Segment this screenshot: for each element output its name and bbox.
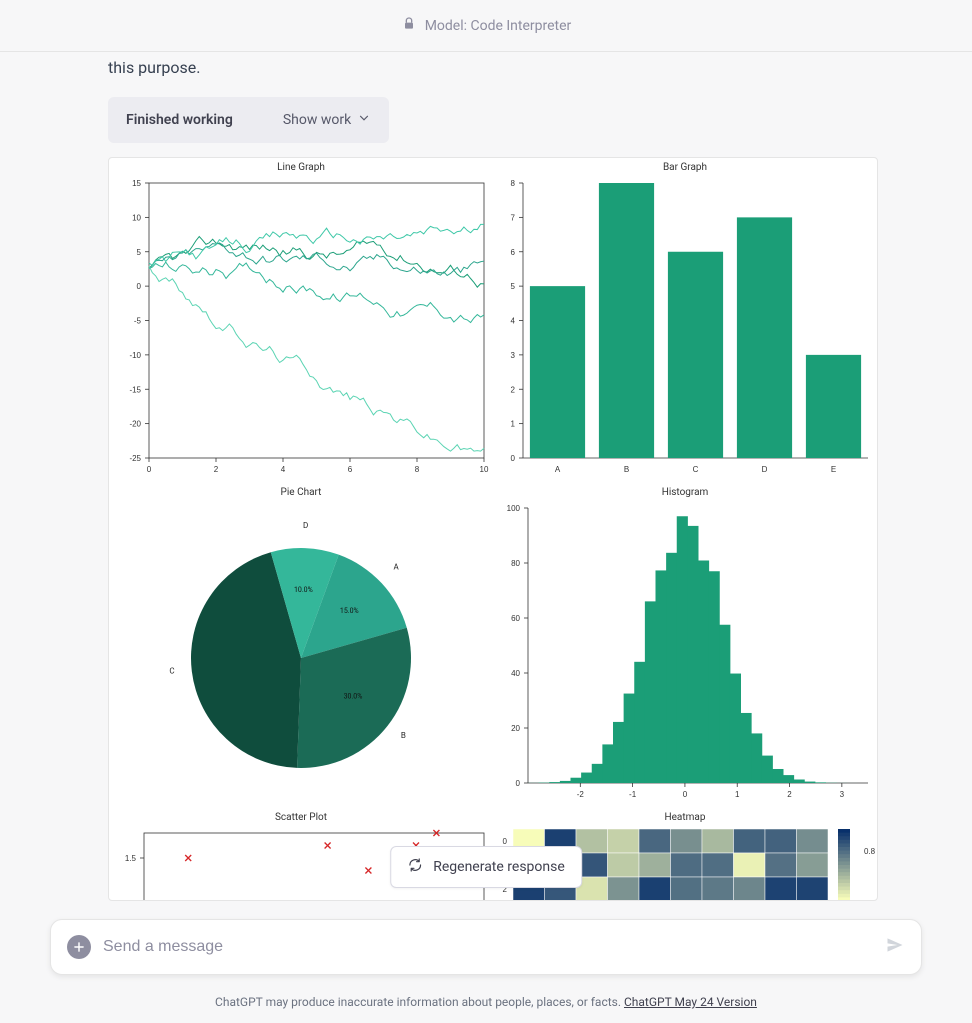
svg-text:7: 7 (511, 213, 516, 222)
svg-text:3: 3 (511, 351, 516, 360)
svg-text:-1: -1 (629, 790, 637, 799)
disclaimer-text: ChatGPT may produce inaccurate informati… (0, 995, 972, 1009)
svg-text:1: 1 (511, 420, 516, 429)
svg-text:10: 10 (480, 465, 489, 474)
bar-chart-title: Bar Graph (493, 158, 877, 173)
svg-text:B: B (624, 465, 629, 474)
svg-text:4: 4 (281, 465, 286, 474)
svg-text:-5: -5 (134, 317, 142, 326)
version-link[interactable]: ChatGPT May 24 Version (624, 995, 757, 1009)
svg-text:15.0%: 15.0% (340, 607, 359, 615)
chevron-down-icon (357, 111, 371, 129)
heatmap-title: Heatmap (493, 808, 877, 823)
svg-text:3: 3 (840, 790, 845, 799)
svg-text:10.0%: 10.0% (294, 586, 313, 594)
show-work-toggle[interactable]: Show work (283, 111, 371, 129)
svg-text:A: A (555, 465, 561, 474)
regenerate-button[interactable]: Regenerate response (390, 846, 582, 888)
svg-text:B: B (401, 731, 406, 740)
line-chart-title: Line Graph (109, 158, 493, 173)
svg-text:0: 0 (516, 779, 521, 788)
refresh-icon (407, 857, 423, 877)
svg-text:4: 4 (511, 317, 516, 326)
svg-text:-10: -10 (129, 351, 141, 360)
svg-text:C: C (693, 465, 699, 474)
send-button[interactable] (885, 935, 905, 959)
svg-text:D: D (762, 465, 768, 474)
line-chart: Line Graph 0 2 4 6 8 10 -25 -20 -15 -10 -5 0 5 10 15 (109, 158, 493, 483)
svg-text:-15: -15 (129, 385, 141, 394)
svg-text:2: 2 (214, 465, 219, 474)
svg-text:1: 1 (735, 790, 740, 799)
svg-text:0: 0 (503, 837, 508, 846)
svg-text:10: 10 (132, 213, 141, 222)
work-status-badge[interactable]: Finished working Show work (108, 97, 389, 143)
svg-text:E: E (831, 465, 836, 474)
work-status-text: Finished working (126, 112, 233, 128)
svg-text:2: 2 (787, 790, 792, 799)
svg-text:0: 0 (137, 282, 142, 291)
svg-text:30.0%: 30.0% (344, 693, 363, 701)
svg-text:0: 0 (511, 454, 516, 463)
svg-text:0: 0 (147, 465, 152, 474)
svg-text:8: 8 (511, 179, 516, 188)
svg-text:-25: -25 (129, 454, 141, 463)
svg-text:100: 100 (507, 504, 521, 513)
svg-text:A: A (394, 562, 400, 571)
svg-text:6: 6 (348, 465, 353, 474)
svg-text:15: 15 (132, 179, 141, 188)
svg-text:5: 5 (137, 248, 142, 257)
svg-text:6: 6 (511, 248, 516, 257)
svg-text:60: 60 (511, 614, 520, 623)
histogram-title: Histogram (493, 483, 877, 498)
svg-text:C: C (169, 667, 174, 676)
svg-text:2: 2 (511, 385, 516, 394)
model-header: Model: Code Interpreter (0, 0, 972, 52)
svg-text:0: 0 (683, 790, 688, 799)
svg-text:0.8: 0.8 (864, 847, 876, 856)
pie-chart-title: Pie Chart (109, 483, 493, 498)
svg-text:20: 20 (511, 724, 520, 733)
svg-text:80: 80 (511, 559, 520, 568)
svg-text:40: 40 (511, 669, 520, 678)
response-text-tail: this purpose. (108, 58, 864, 77)
regenerate-label: Regenerate response (433, 859, 565, 875)
model-label: Model: Code Interpreter (425, 18, 572, 34)
svg-text:5: 5 (511, 282, 516, 291)
message-input[interactable] (103, 938, 873, 956)
svg-text:-20: -20 (129, 420, 141, 429)
chart-output: Line Graph 0246810-25-20-15-10-5051015 B… (108, 157, 878, 901)
lock-icon (401, 16, 417, 36)
add-attachment-button[interactable] (67, 935, 91, 959)
histogram-chart: Histogram 0 20 40 60 80 100 -2 -1 0 1 2 3 (493, 483, 877, 808)
pie-chart: Pie Chart A 15.0% B 30.0% C D 10.0% (109, 483, 493, 808)
svg-text:D: D (303, 521, 308, 530)
bar-chart: Bar Graph 0 1 2 3 4 5 6 7 8 A B C D E (493, 158, 877, 483)
svg-text:8: 8 (415, 465, 420, 474)
message-input-area (50, 919, 922, 975)
scatter-title: Scatter Plot (109, 808, 493, 823)
svg-text:-2: -2 (577, 790, 585, 799)
show-work-label: Show work (283, 112, 351, 128)
svg-text:1.5: 1.5 (125, 854, 137, 863)
